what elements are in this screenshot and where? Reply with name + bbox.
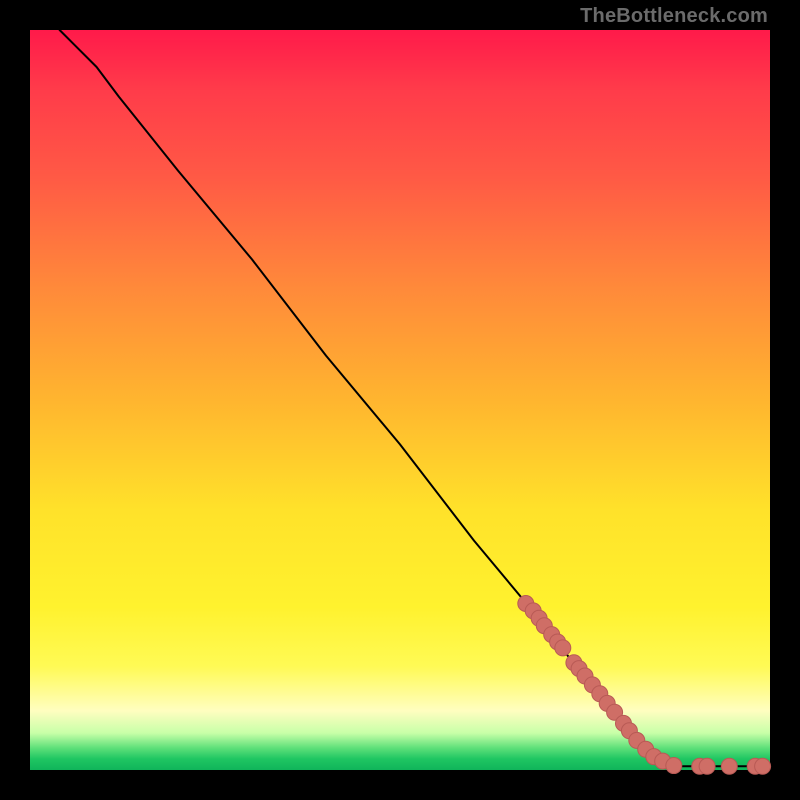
bottleneck-curve <box>60 30 770 766</box>
chart-stage: TheBottleneck.com <box>0 0 800 800</box>
plot-area <box>30 30 770 770</box>
curve-line <box>60 30 770 766</box>
data-dot <box>755 758 771 774</box>
data-dot <box>666 758 682 774</box>
data-dot <box>555 640 571 656</box>
chart-svg <box>30 30 770 770</box>
data-dots <box>518 596 771 775</box>
data-dot <box>699 758 715 774</box>
data-dot <box>721 758 737 774</box>
attribution-text: TheBottleneck.com <box>580 6 768 26</box>
